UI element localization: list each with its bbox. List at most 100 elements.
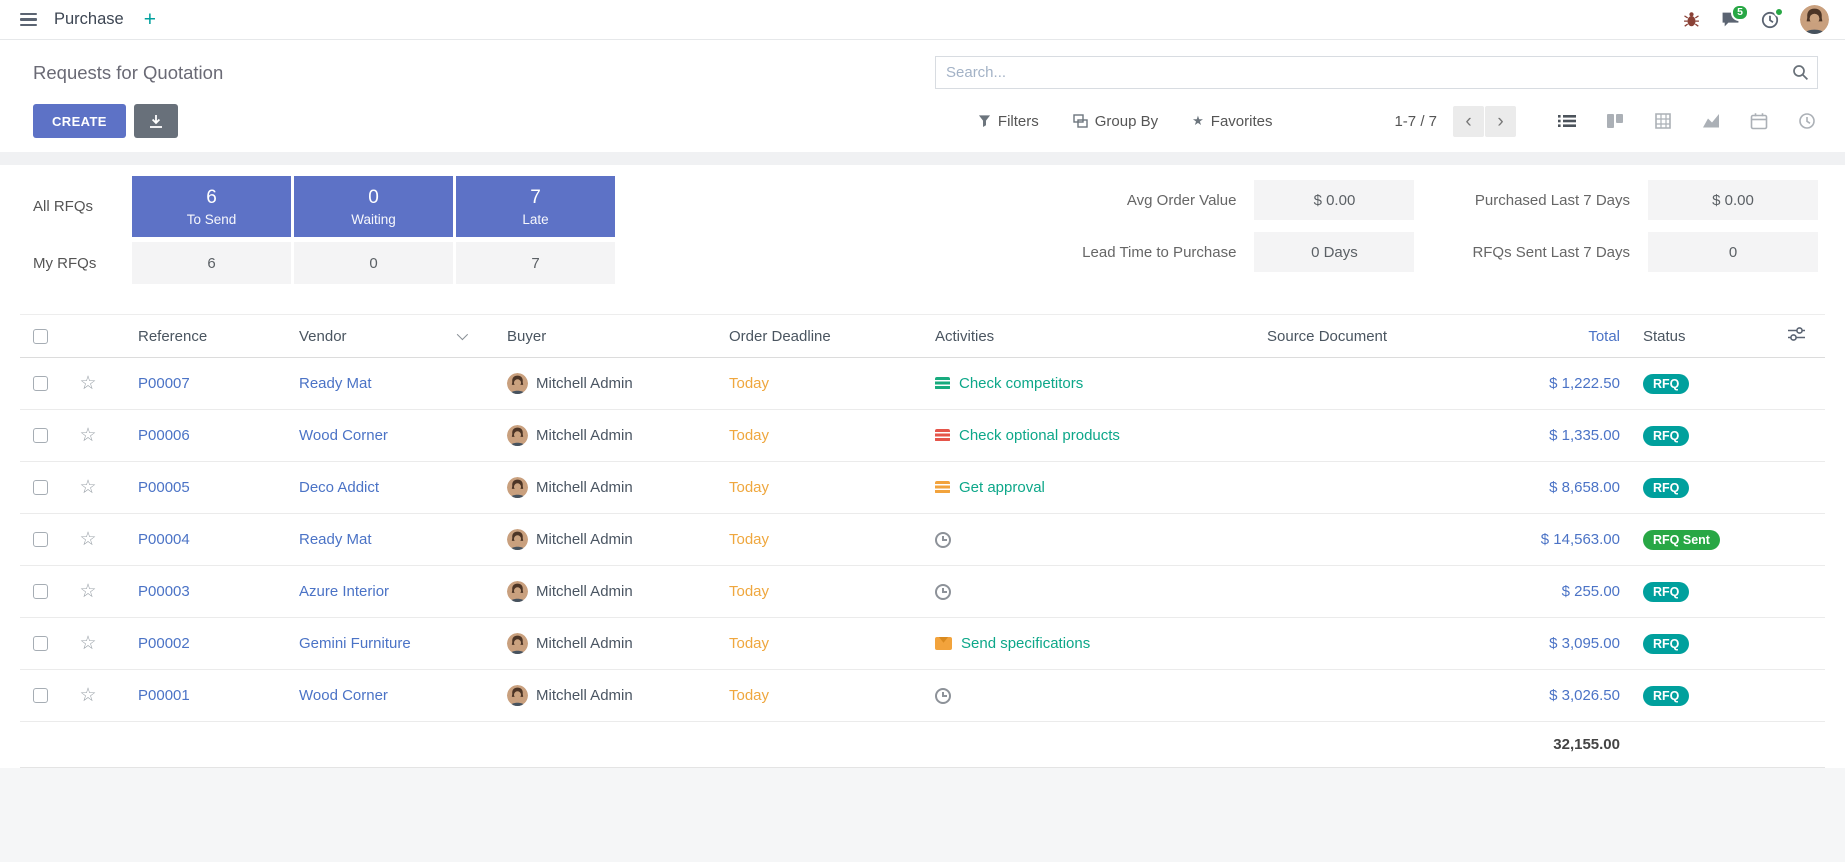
reference-link[interactable]: P00001 (138, 687, 190, 704)
optional-columns-icon[interactable] (1788, 326, 1805, 346)
table-row[interactable]: ☆ P00007 Ready Mat Mitchell Admin Today … (20, 358, 1825, 410)
column-header-vendor[interactable]: Vendor (299, 328, 507, 345)
column-header-status[interactable]: Status (1632, 328, 1767, 345)
reference-link[interactable]: P00003 (138, 583, 190, 600)
reference-link[interactable]: P00002 (138, 635, 190, 652)
search-input[interactable] (935, 56, 1818, 89)
stat-value-purchased-last-7-days[interactable]: $ 0.00 (1648, 180, 1818, 220)
favorite-star-icon[interactable]: ☆ (79, 374, 96, 393)
stat-label-purchased-last-7-days: Purchased Last 7 Days (1472, 192, 1630, 209)
stat-value-lead-time[interactable]: 0 Days (1254, 232, 1414, 272)
buyer-avatar (507, 373, 528, 394)
order-deadline: Today (729, 375, 935, 392)
table-row[interactable]: ☆ P00002 Gemini Furniture Mitchell Admin… (20, 618, 1825, 670)
card-to-send[interactable]: 6 To Send (132, 176, 291, 237)
kanban-view-icon[interactable] (1604, 110, 1626, 132)
chevron-down-icon[interactable] (457, 329, 468, 340)
row-checkbox[interactable] (33, 376, 48, 391)
all-rfqs-filter[interactable]: All RFQs (33, 176, 129, 237)
row-checkbox[interactable] (33, 688, 48, 703)
apps-menu-icon[interactable] (16, 9, 41, 31)
clock-icon[interactable] (935, 532, 951, 548)
search-box (935, 56, 1818, 89)
reference-link[interactable]: P00006 (138, 427, 190, 444)
buyer-avatar (507, 581, 528, 602)
favorite-star-icon[interactable]: ☆ (79, 634, 96, 653)
group-by-button[interactable]: Group By (1071, 109, 1160, 134)
view-switcher (1556, 110, 1818, 132)
total-amount: $ 14,563.00 (1497, 531, 1632, 548)
app-name-menu[interactable]: Purchase (54, 10, 124, 29)
column-header-buyer[interactable]: Buyer (507, 328, 729, 345)
search-icon[interactable] (1792, 64, 1809, 85)
order-deadline: Today (729, 531, 935, 548)
messages-icon[interactable]: 5 (1721, 11, 1740, 28)
row-checkbox[interactable] (33, 532, 48, 547)
section-divider (0, 152, 1845, 165)
favorite-star-icon[interactable]: ☆ (79, 426, 96, 445)
column-header-reference[interactable]: Reference (112, 328, 299, 345)
table-row[interactable]: ☆ P00001 Wood Corner Mitchell Admin Toda… (20, 670, 1825, 722)
activity-label[interactable]: Check competitors (959, 375, 1083, 392)
pager-next-button[interactable]: › (1485, 106, 1516, 137)
row-checkbox[interactable] (33, 584, 48, 599)
my-to-send-count[interactable]: 6 (132, 242, 291, 284)
reference-link[interactable]: P00007 (138, 375, 190, 392)
pivot-view-icon[interactable] (1652, 110, 1674, 132)
user-avatar[interactable] (1800, 5, 1829, 34)
row-checkbox[interactable] (33, 480, 48, 495)
column-header-total[interactable]: Total (1497, 328, 1632, 345)
my-late-count[interactable]: 7 (456, 242, 615, 284)
activity-view-icon[interactable] (1796, 110, 1818, 132)
activity-list-icon[interactable] (935, 481, 950, 494)
favorites-button[interactable]: ★ Favorites (1190, 109, 1274, 134)
stat-value-avg-order-value[interactable]: $ 0.00 (1254, 180, 1414, 220)
favorite-star-icon[interactable]: ☆ (79, 686, 96, 705)
graph-view-icon[interactable] (1700, 110, 1722, 132)
clock-icon[interactable] (935, 688, 951, 704)
my-rfqs-filter[interactable]: My RFQs (33, 242, 129, 284)
status-badge: RFQ (1643, 634, 1689, 654)
row-checkbox[interactable] (33, 636, 48, 651)
select-all-checkbox[interactable] (33, 329, 48, 344)
column-header-activities[interactable]: Activities (935, 328, 1267, 345)
activity-label[interactable]: Check optional products (959, 427, 1120, 444)
top-navbar: Purchase + 5 (0, 0, 1845, 40)
favorite-star-icon[interactable]: ☆ (79, 530, 96, 549)
pager-previous-button[interactable]: ‹ (1453, 106, 1484, 137)
table-row[interactable]: ☆ P00005 Deco Addict Mitchell Admin Toda… (20, 462, 1825, 514)
my-waiting-count[interactable]: 0 (294, 242, 453, 284)
reference-link[interactable]: P00004 (138, 531, 190, 548)
email-icon[interactable] (935, 637, 952, 650)
debug-bug-icon[interactable] (1683, 11, 1700, 28)
stat-value-rfqs-sent-last-7-days[interactable]: 0 (1648, 232, 1818, 272)
filters-button[interactable]: Filters (976, 109, 1041, 134)
list-view-icon[interactable] (1556, 110, 1578, 132)
waiting-count: 0 (368, 187, 379, 209)
favorite-star-icon[interactable]: ☆ (79, 582, 96, 601)
table-row[interactable]: ☆ P00006 Wood Corner Mitchell Admin Toda… (20, 410, 1825, 462)
activity-label[interactable]: Send specifications (961, 635, 1090, 652)
activity-list-icon[interactable] (935, 377, 950, 390)
favorite-star-icon[interactable]: ☆ (79, 478, 96, 497)
activities-clock-icon[interactable] (1761, 11, 1779, 29)
export-button[interactable] (134, 104, 178, 138)
card-waiting[interactable]: 0 Waiting (294, 176, 453, 237)
card-late[interactable]: 7 Late (456, 176, 615, 237)
new-window-button[interactable]: + (144, 9, 156, 30)
activity-list-icon[interactable] (935, 429, 950, 442)
buyer-name: Mitchell Admin (536, 583, 633, 600)
clock-icon[interactable] (935, 584, 951, 600)
calendar-view-icon[interactable] (1748, 110, 1770, 132)
reference-link[interactable]: P00005 (138, 479, 190, 496)
create-button[interactable]: CREATE (33, 104, 126, 138)
column-header-order-deadline[interactable]: Order Deadline (729, 328, 935, 345)
to-send-count: 6 (206, 187, 217, 209)
row-checkbox[interactable] (33, 428, 48, 443)
column-header-source-document[interactable]: Source Document (1267, 328, 1497, 345)
table-row[interactable]: ☆ P00004 Ready Mat Mitchell Admin Today … (20, 514, 1825, 566)
stat-label-rfqs-sent-last-7-days: RFQs Sent Last 7 Days (1472, 244, 1630, 261)
table-row[interactable]: ☆ P00003 Azure Interior Mitchell Admin T… (20, 566, 1825, 618)
vendor-name: Azure Interior (299, 583, 389, 600)
activity-label[interactable]: Get approval (959, 479, 1045, 496)
